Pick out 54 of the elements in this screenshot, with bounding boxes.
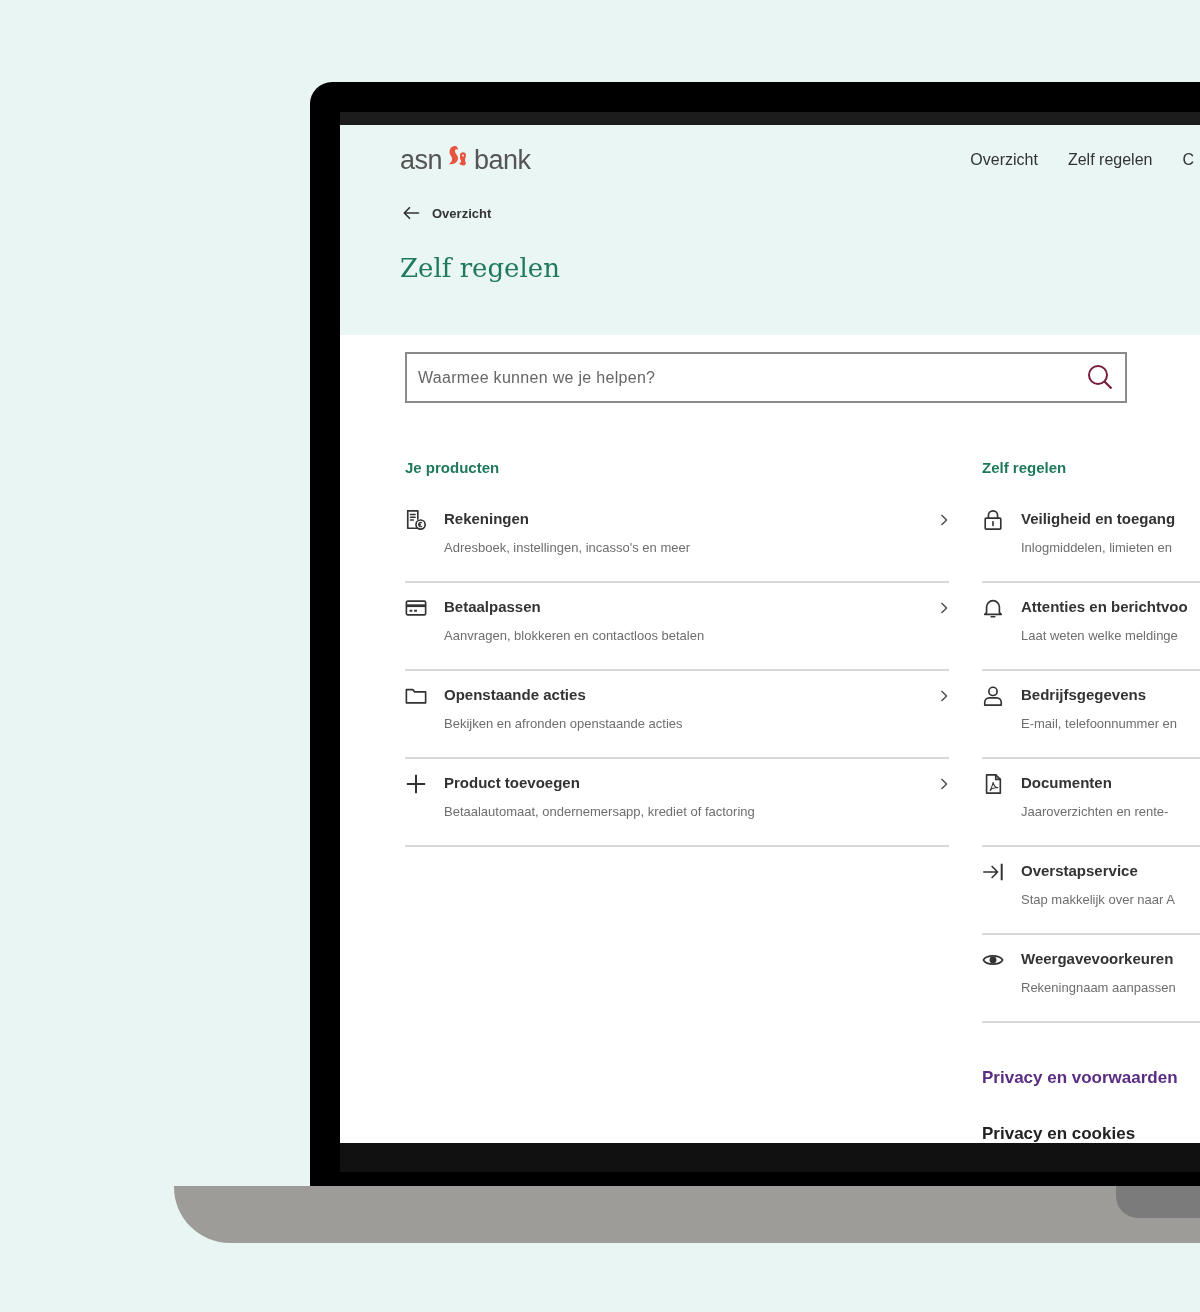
logo-text: asn [400, 145, 443, 175]
item-title: Attenties en berichtvoo [1021, 597, 1189, 617]
card-icon [405, 597, 427, 619]
chevron-right-icon [939, 689, 949, 703]
menu-item[interactable]: Documenten Jaaroverzichten en rente- [982, 759, 1200, 847]
menu-item[interactable]: Openstaande acties Bekijken en afronden openstaande acties [405, 671, 949, 759]
plus-icon [405, 773, 427, 795]
lock-icon [982, 509, 1004, 531]
item-title: Weergavevoorkeuren [1021, 949, 1175, 969]
menu-item[interactable]: Product toevoegen Betaalautomaat, ondernemersapp, krediet of factoring [405, 759, 949, 847]
item-description: E-mail, telefoonnummer en [1021, 715, 1179, 733]
item-description: Stap makkelijk over naar A [1021, 891, 1176, 909]
item-title: Product toevoegen [444, 773, 581, 793]
item-title: Veiligheid en toegang [1021, 509, 1177, 529]
bell-icon [982, 597, 1004, 619]
logo-text: bank [474, 145, 531, 175]
menu-item[interactable]: Rekeningen Adresboek, instellingen, incasso's en meer [405, 495, 949, 583]
item-title: Rekeningen [444, 509, 531, 529]
item-description: Bekijken en afronden openstaande acties [444, 715, 684, 733]
menu-item[interactable]: Attenties en berichtvoo Laat weten welke meldinge [982, 583, 1200, 671]
menu-item[interactable]: Overstapservice Stap makkelijk over naar A [982, 847, 1200, 935]
item-description: Rekeningnaam aanpassen [1021, 979, 1177, 997]
back-link[interactable]: Overzicht [400, 203, 1200, 223]
nav-link[interactable]: Overzicht [970, 148, 1038, 172]
receipt-icon [405, 509, 427, 531]
chevron-right-icon [939, 777, 949, 791]
menu-item[interactable]: Veiligheid en toegang Inlogmiddelen, limieten en [982, 495, 1200, 583]
item-title: Openstaande acties [444, 685, 587, 705]
section-heading: Je producten [405, 458, 501, 478]
person-icon [982, 685, 1004, 707]
menu-item[interactable]: Betaalpassen Aanvragen, blokkeren en contactloos betalen [405, 583, 949, 671]
search-icon[interactable] [1087, 364, 1113, 390]
arrow-to-bar-icon [982, 861, 1004, 883]
page-title: Zelf regelen [400, 252, 560, 285]
item-title: Overstapservice [1021, 861, 1139, 881]
section-heading: Zelf regelen [982, 458, 1068, 478]
chevron-right-icon [939, 601, 949, 615]
item-description: Betaalautomaat, ondernemersapp, krediet of factoring [444, 803, 756, 821]
menu-item[interactable]: Bedrijfsgegevens E-mail, telefoonnummer en [982, 671, 1200, 759]
nav-link[interactable]: Zelf regelen [1067, 148, 1153, 172]
section-heading: Privacy en voorwaarden [982, 1067, 1179, 1089]
item-description: Jaaroverzichten en rente- [1021, 803, 1170, 821]
item-title: Bedrijfsgegevens [1021, 685, 1148, 705]
item-title: Betaalpassen [444, 597, 542, 617]
search-field[interactable]: Waarmee kunnen we je helpen? [405, 352, 1127, 403]
chevron-right-icon [939, 513, 949, 527]
nav-link[interactable]: C [1182, 148, 1194, 172]
item-description: Adresboek, instellingen, incasso's en meer [444, 539, 691, 557]
menu-item[interactable]: Weergavevoorkeuren Rekeningnaam aanpassen [982, 935, 1200, 1023]
item-description: Inlogmiddelen, limieten en [1021, 539, 1174, 557]
privacy-link[interactable]: Privacy en cookies [982, 1124, 1200, 1143]
item-description: Laat weten welke meldinge [1021, 627, 1179, 645]
item-description: Aanvragen, blokkeren en contactloos betalen [444, 627, 706, 645]
item-title: Documenten [1021, 773, 1113, 793]
